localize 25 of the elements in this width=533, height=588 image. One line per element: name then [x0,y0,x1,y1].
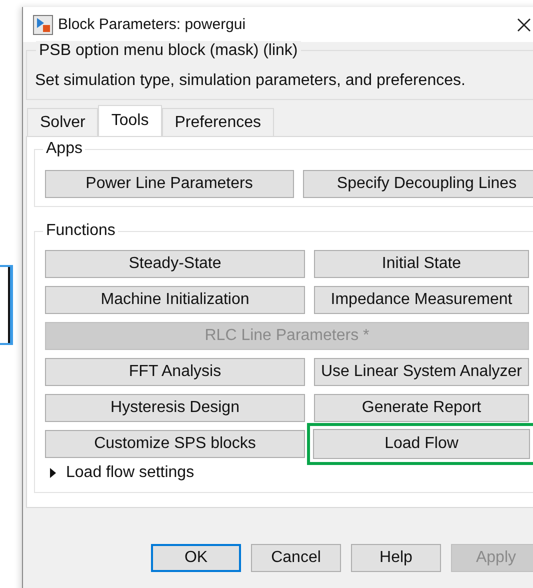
dialog-button[interactable]: Help [351,544,441,572]
dialog-button[interactable]: OK [151,544,241,572]
function-button[interactable]: Customize SPS blocks [45,430,305,458]
function-button[interactable]: Steady-State [45,250,305,278]
tab[interactable]: Preferences [162,108,274,136]
function-button[interactable]: Use Linear System Analyzer [314,358,529,386]
group-title: PSB option menu block (mask) (link) [36,41,301,61]
app-button[interactable]: Power Line Parameters [45,170,294,198]
function-button[interactable]: Impedance Measurement [314,286,529,314]
app-button[interactable]: Specify Decoupling Lines [302,170,533,198]
description-text: Set simulation type, simulation parameters, and preferences. [35,71,466,91]
function-button[interactable]: Generate Report [314,394,529,422]
settings-toggle[interactable]: Load flow settings [45,464,533,482]
tab[interactable]: Tools [98,105,162,136]
function-button[interactable]: Hysteresis Design [45,394,305,422]
function-button[interactable]: FFT Analysis [45,358,305,386]
group-title: Apps [43,139,86,159]
close-icon[interactable] [516,16,532,32]
function-button[interactable]: Load Flow [307,423,533,465]
function-button[interactable]: Machine Initialization [45,286,305,314]
block-icon [33,14,53,34]
window-title: Block Parameters: powergui [58,16,246,33]
dialog-button[interactable]: Cancel [251,544,341,572]
tab[interactable]: Solver [27,108,98,136]
function-button[interactable]: Initial State [314,250,529,278]
